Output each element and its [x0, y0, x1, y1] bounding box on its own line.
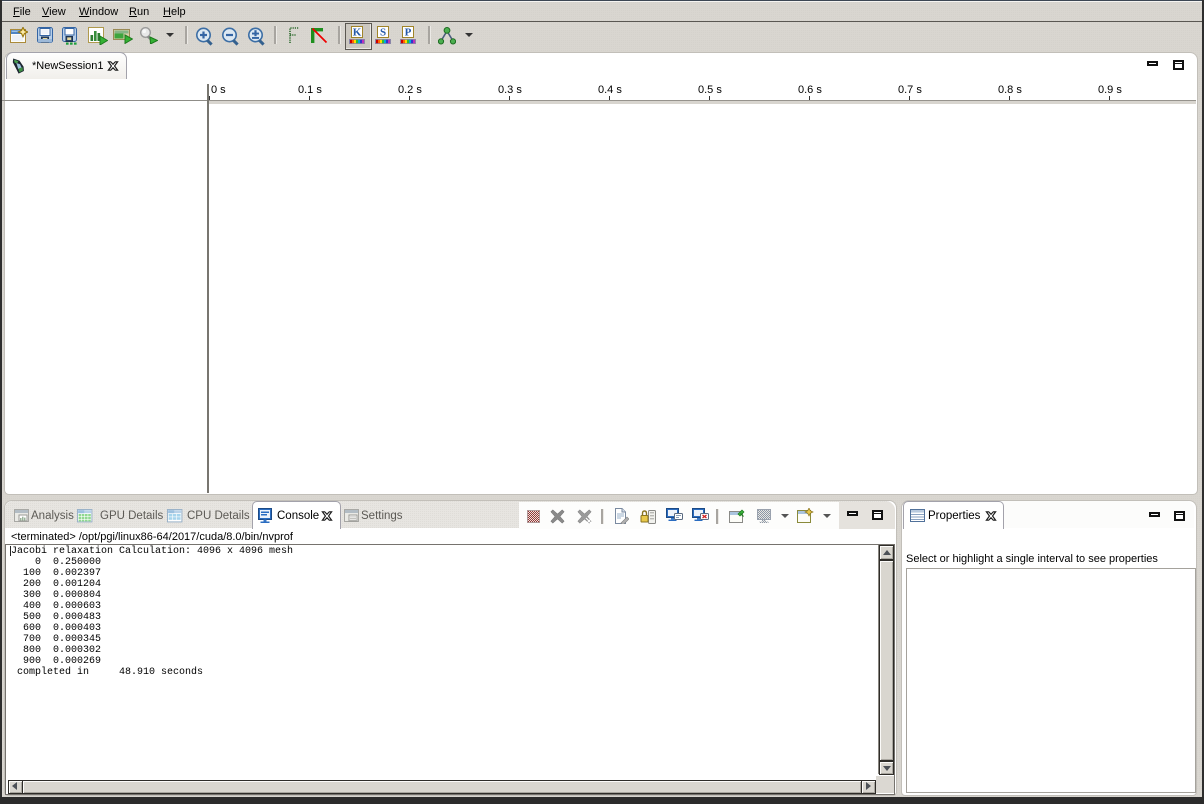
svg-text:S: S	[380, 27, 386, 39]
svg-text:P: P	[405, 27, 412, 39]
svg-text:K: K	[353, 27, 362, 39]
